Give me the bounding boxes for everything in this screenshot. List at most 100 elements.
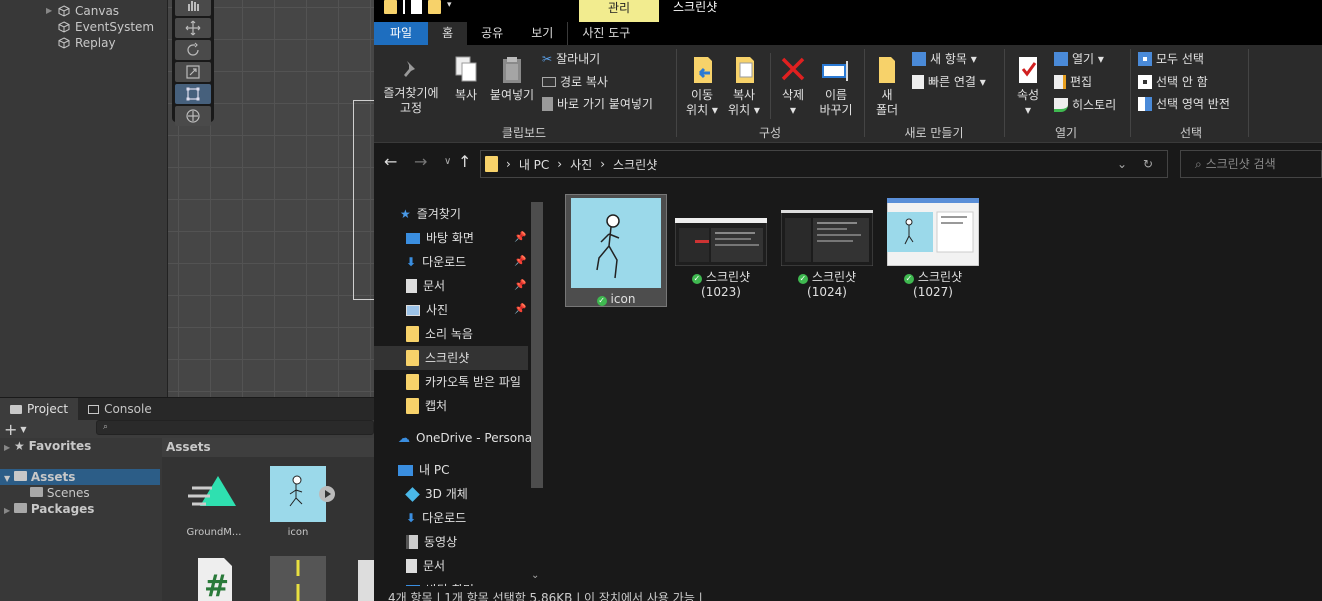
tab-project[interactable]: Project	[0, 398, 79, 420]
breadcrumb-screenshots[interactable]: 스크린샷	[613, 156, 657, 173]
tab-view[interactable]: 보기	[517, 22, 567, 45]
expand-arrow-icon[interactable]: ▶	[46, 3, 52, 19]
chevron-down-icon[interactable]: ⌄	[1117, 157, 1127, 171]
tab-console[interactable]: Console	[78, 398, 162, 420]
image-thumbnail	[887, 198, 979, 266]
file-item-screenshot-1024[interactable]: ✓ 스크린샷 (1024)	[777, 210, 877, 300]
tree-item-scenes[interactable]: Scenes	[30, 485, 90, 501]
delete-button[interactable]: 삭제 ▾	[774, 55, 812, 118]
nav-this-pc[interactable]: 내 PC	[398, 458, 449, 482]
file-item-screenshot-1023[interactable]: ✓ 스크린샷 (1023)	[671, 218, 771, 300]
forward-arrow-icon[interactable]: →	[414, 152, 427, 171]
move-tool-button[interactable]	[175, 18, 211, 38]
select-none-button[interactable]: 선택 안 함	[1138, 74, 1208, 90]
asset-script[interactable]: #	[176, 556, 252, 601]
dropdown-arrow-icon[interactable]: ▼	[20, 425, 26, 434]
easy-access-button[interactable]: 빠른 연결 ▾	[912, 74, 986, 90]
nav-label: 바탕 화면	[426, 578, 474, 586]
properties-button[interactable]: 속성 ▾	[1010, 55, 1046, 118]
project-search-input[interactable]: ⌕	[96, 420, 374, 435]
tab-home[interactable]: 홈	[428, 22, 468, 45]
properties-quick-icon[interactable]	[411, 0, 422, 14]
search-box[interactable]: ⌕ 스크린샷 검색	[1180, 150, 1322, 178]
invert-selection-button[interactable]: 선택 영역 반전	[1138, 96, 1230, 112]
add-button[interactable]: +	[4, 420, 17, 439]
nav-videos[interactable]: 동영상	[406, 530, 457, 554]
nav-documents-2[interactable]: 문서	[406, 554, 445, 578]
pin-to-quick-access-button[interactable]: 즐겨찾기에 고정	[380, 57, 442, 116]
nav-capture[interactable]: 캡처	[406, 394, 447, 418]
file-item-screenshot-1027[interactable]: ✓ 스크린샷 (1027)	[883, 198, 983, 300]
select-none-icon	[1138, 75, 1152, 89]
back-arrow-icon[interactable]: ←	[384, 152, 397, 171]
tab-share[interactable]: 공유	[467, 22, 517, 45]
nav-kakao[interactable]: 카카오톡 받은 파일	[406, 370, 521, 394]
nav-recordings[interactable]: 소리 녹음	[406, 322, 473, 346]
breadcrumb-pictures[interactable]: 사진	[570, 156, 592, 173]
pin-icon[interactable]: 📌	[514, 232, 526, 243]
paste-shortcut-button[interactable]: 바로 가기 붙여넣기	[542, 96, 653, 112]
expand-arrow-icon[interactable]: ▶	[4, 443, 10, 452]
edit-button[interactable]: 편집	[1054, 74, 1092, 90]
customize-quick-access-icon[interactable]: ▾	[447, 0, 452, 10]
nav-downloads[interactable]: ⬇ 다운로드	[406, 250, 466, 274]
up-arrow-icon[interactable]: ↑	[458, 152, 471, 171]
select-all-button[interactable]: 모두 선택	[1138, 51, 1204, 67]
history-button[interactable]: 히스토리	[1054, 97, 1116, 113]
hierarchy-item-replay[interactable]: Replay	[58, 35, 116, 51]
new-item-button[interactable]: 새 항목 ▾	[912, 51, 977, 67]
asset-groundmaterial[interactable]: GroundM...	[176, 464, 252, 538]
breadcrumb-this-pc[interactable]: 내 PC	[519, 156, 549, 173]
tab-picture-tools[interactable]: 사진 도구	[567, 22, 644, 45]
copy-button[interactable]: 복사	[448, 55, 484, 103]
hierarchy-item-eventsystem[interactable]: EventSystem	[58, 19, 154, 35]
hierarchy-item-canvas[interactable]: ▶ Canvas	[46, 3, 119, 19]
tree-item-packages[interactable]: ▶ Packages	[4, 501, 94, 517]
copy-path-button[interactable]: 경로 복사	[542, 74, 608, 90]
folder-icon	[30, 487, 43, 497]
nav-documents[interactable]: 문서	[406, 274, 445, 298]
address-bar[interactable]: › 내 PC › 사진 › 스크린샷 ⌄ ↻	[480, 150, 1168, 178]
new-folder-button[interactable]: 새 폴더	[870, 55, 904, 118]
tab-file[interactable]: 파일	[374, 22, 429, 45]
scroll-down-icon[interactable]: ⌄	[531, 570, 539, 581]
nav-3d-objects[interactable]: 3D 개체	[405, 482, 468, 506]
file-list: ✓ icon ✓ 스크린샷 (1023) ✓ 스크린샷 (1024) ✓ 스크린샷 (1…	[547, 186, 1322, 586]
file-item-icon[interactable]: ✓ icon	[565, 194, 667, 307]
pin-icon[interactable]: 📌	[514, 280, 526, 291]
cut-button[interactable]: ✂ 잘라내기	[542, 51, 600, 67]
transform-tool-button[interactable]	[175, 106, 211, 126]
nav-label: 캡처	[425, 399, 448, 413]
rotate-tool-button[interactable]	[175, 40, 211, 60]
pin-icon[interactable]: 📌	[514, 304, 526, 315]
nav-pictures[interactable]: 사진	[406, 298, 448, 322]
nav-downloads-2[interactable]: ⬇ 다운로드	[406, 506, 466, 530]
asset-road[interactable]	[260, 556, 336, 601]
expand-arrow-icon[interactable]: ▶	[4, 506, 10, 515]
tree-item-assets[interactable]: ▼ Assets	[0, 469, 160, 485]
nav-desktop-2[interactable]: 바탕 화면	[406, 578, 474, 586]
pin-icon[interactable]: 📌	[514, 256, 526, 267]
nav-desktop[interactable]: 바탕 화면	[406, 226, 474, 250]
paste-button[interactable]: 붙여넣기	[486, 55, 538, 103]
recent-locations-icon[interactable]: ∨	[444, 156, 451, 167]
nav-onedrive[interactable]: ☁ OneDrive - Personal	[398, 426, 535, 450]
nav-quick-access[interactable]: ★ 즐겨찾기	[400, 202, 461, 226]
collapse-arrow-icon[interactable]: ▼	[4, 474, 10, 483]
rect-tool-button[interactable]	[175, 84, 211, 104]
nav-label: 3D 개체	[425, 487, 468, 501]
asset-icon[interactable]: icon	[260, 464, 336, 538]
rename-button[interactable]: 이름 바꾸기	[814, 55, 858, 118]
tree-item-favorites[interactable]: ▶ ★ Favorites	[4, 438, 91, 454]
nav-scrollbar[interactable]	[531, 202, 543, 488]
refresh-icon[interactable]: ↻	[1143, 157, 1153, 171]
copy-to-button[interactable]: 복사 위치 ▾	[724, 55, 764, 118]
new-folder-quick-icon[interactable]	[428, 0, 441, 14]
nav-screenshots[interactable]: 스크린샷	[374, 346, 528, 370]
folder-icon	[406, 374, 419, 390]
hand-tool-button[interactable]	[175, 0, 211, 16]
asset-partial[interactable]	[358, 556, 374, 601]
scale-tool-button[interactable]	[175, 62, 211, 82]
move-to-button[interactable]: 이동 위치 ▾	[682, 55, 722, 118]
open-button[interactable]: 열기 ▾	[1054, 51, 1104, 67]
